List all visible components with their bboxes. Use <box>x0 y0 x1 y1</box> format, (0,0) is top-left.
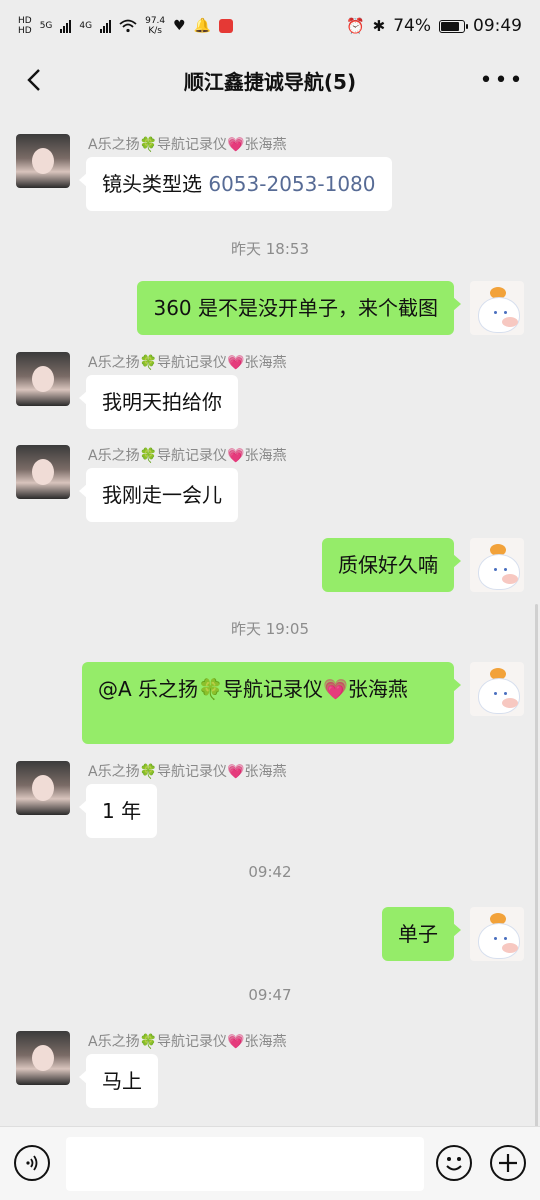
avatar-self[interactable] <box>470 538 524 592</box>
wifi-icon <box>119 19 137 33</box>
avatar[interactable] <box>16 352 70 406</box>
timestamp: 09:42 <box>248 863 292 881</box>
status-left: HD HD 5G 4G 97.4 K/s ♥ 🔔 <box>18 16 234 36</box>
message-bubble[interactable]: 1 年 <box>78 784 158 838</box>
plus-icon <box>499 1154 517 1172</box>
sender-name: A乐之扬🍀导航记录仪💗张海燕 <box>88 355 287 371</box>
speed-value: 97.4 <box>145 16 166 26</box>
timestamp: 昨天 19:05 <box>231 620 309 638</box>
voice-button[interactable] <box>14 1145 50 1181</box>
message-text: 1 年 <box>102 799 142 823</box>
battery-icon <box>439 19 468 33</box>
sender-name: A乐之扬🍀导航记录仪💗张海燕 <box>88 448 287 464</box>
chat-area[interactable]: A乐之扬🍀导航记录仪💗张海燕 镜头类型选 6053-2053-1080 昨天 1… <box>0 108 540 1134</box>
message-bubble[interactable]: 单子 <box>382 907 461 961</box>
message-text: 单子 <box>398 922 438 946</box>
sender-name: A乐之扬🍀导航记录仪💗张海燕 <box>88 137 287 153</box>
chevron-left-icon <box>27 69 40 91</box>
sender-name: A乐之扬🍀导航记录仪💗张海燕 <box>88 764 287 780</box>
message-text: 镜头类型选 <box>102 172 209 196</box>
emoji-button[interactable] <box>436 1145 472 1181</box>
more-button[interactable]: ••• <box>479 62 525 98</box>
message-incoming: A乐之扬🍀导航记录仪💗张海燕 我刚走一会儿 <box>16 445 496 525</box>
message-bubble[interactable]: 质保好久喃 <box>322 538 461 592</box>
page-title: 顺江鑫捷诚导航(5) <box>183 69 357 94</box>
message-incoming: A乐之扬🍀导航记录仪💗张海燕 镜头类型选 6053-2053-1080 <box>16 134 496 214</box>
message-incoming: A乐之扬🍀导航记录仪💗张海燕 1 年 <box>16 761 496 841</box>
message-text: 我明天拍给你 <box>102 390 222 414</box>
avatar-self[interactable] <box>470 281 524 335</box>
signal-icon-2 <box>100 19 112 33</box>
avatar[interactable] <box>16 761 70 815</box>
sender-name: A乐之扬🍀导航记录仪💗张海燕 <box>88 1034 287 1050</box>
avatar-self[interactable] <box>470 662 524 716</box>
speed-unit: K/s <box>148 26 162 36</box>
message-bubble[interactable]: @A 乐之扬🍀导航记录仪💗张海燕 <box>82 662 461 744</box>
back-button[interactable] <box>16 62 52 98</box>
network-speed: 97.4 K/s <box>145 16 165 36</box>
message-text: 360 是不是没开单子，来个截图 <box>153 296 438 320</box>
message-outgoing: 质保好久喃 <box>24 538 524 594</box>
message-outgoing: 360 是不是没开单子，来个截图 <box>24 281 524 337</box>
message-bubble[interactable]: 马上 <box>79 1054 158 1108</box>
signal-icon <box>60 19 72 33</box>
voice-icon <box>26 1155 38 1171</box>
chat-header: 顺江鑫捷诚导航(5) ••• <box>0 52 540 108</box>
message-bubble[interactable]: 镜头类型选 6053-2053-1080 <box>79 157 392 211</box>
message-incoming: A乐之扬🍀导航记录仪💗张海燕 我明天拍给你 <box>16 352 496 432</box>
heart-icon: ♥ <box>173 18 186 34</box>
clock: 09:49 <box>473 16 522 36</box>
message-outgoing: @A 乐之扬🍀导航记录仪💗张海燕 <box>24 662 524 744</box>
bluetooth-icon: ✱ <box>372 17 386 35</box>
avatar[interactable] <box>16 134 70 188</box>
battery-percent: 74% <box>393 16 431 36</box>
plus-button[interactable] <box>490 1145 526 1181</box>
message-text: 质保好久喃 <box>338 553 438 577</box>
message-incoming: A乐之扬🍀导航记录仪💗张海燕 马上 <box>16 1031 496 1111</box>
message-bubble[interactable]: 我明天拍给你 <box>79 375 238 429</box>
timestamp: 09:47 <box>248 986 292 1004</box>
input-bar <box>0 1126 540 1200</box>
timestamp: 昨天 18:53 <box>231 240 309 258</box>
message-input[interactable] <box>66 1137 424 1191</box>
alarm-icon: ⏰ <box>345 17 365 35</box>
message-bubble[interactable]: 360 是不是没开单子，来个截图 <box>137 281 461 335</box>
sim2-label: 4G <box>79 21 93 31</box>
network-labels: HD HD <box>18 16 32 36</box>
hd-label-2: HD <box>18 26 32 36</box>
avatar[interactable] <box>16 445 70 499</box>
message-bubble[interactable]: 我刚走一会儿 <box>79 468 238 522</box>
avatar[interactable] <box>16 1031 70 1085</box>
status-bar: HD HD 5G 4G 97.4 K/s ♥ 🔔 ⏰ ✱ 74% 09:49 <box>0 0 540 52</box>
bell-icon: 🔔 <box>193 18 212 34</box>
emoji-icon <box>446 1157 462 1171</box>
more-icon: ••• <box>479 67 525 93</box>
message-text: 我刚走一会儿 <box>102 483 222 507</box>
message-text: @A 乐之扬🍀导航记录仪💗张海燕 <box>98 677 408 701</box>
message-outgoing: 单子 <box>24 907 524 963</box>
phone-number-link[interactable]: 6053-2053-1080 <box>208 172 375 196</box>
avatar-self[interactable] <box>470 907 524 961</box>
sim1-label: 5G <box>39 21 53 31</box>
hd-label-1: HD <box>18 16 32 26</box>
app-icon <box>219 19 234 33</box>
status-right: ⏰ ✱ 74% 09:49 <box>346 16 522 36</box>
message-text: 马上 <box>102 1069 142 1093</box>
scrollbar[interactable] <box>535 604 538 1134</box>
